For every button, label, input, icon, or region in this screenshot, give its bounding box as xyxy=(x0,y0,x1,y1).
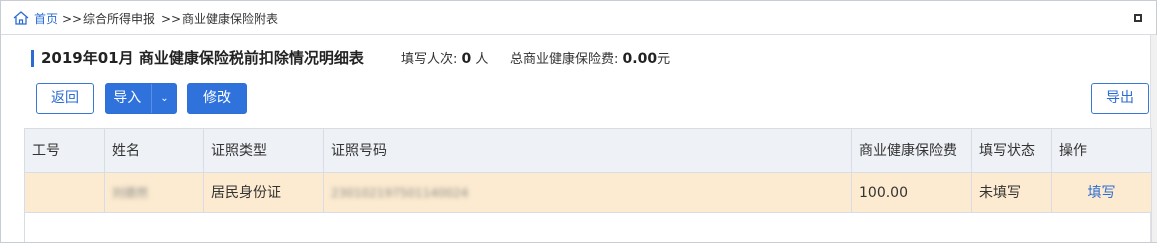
total-premium-label: 总商业健康保险费: xyxy=(510,52,619,67)
import-button[interactable]: 导入 ⌄ xyxy=(105,83,177,114)
column-header-status: 填写状态 xyxy=(972,129,1052,172)
table-header: 工号 姓名 证照类型 证照号码 商业健康保险费 填写状态 操作 xyxy=(25,129,1151,173)
total-premium: 总商业健康保险费: 0.00元 xyxy=(510,51,671,68)
column-header-action: 操作 xyxy=(1059,143,1087,159)
column-header-premium: 商业健康保险费 xyxy=(852,129,972,172)
cell-status: 未填写 xyxy=(972,173,1052,212)
export-button[interactable]: 导出 xyxy=(1091,83,1149,114)
cell-id-number-text: 230102197501140024 xyxy=(331,186,469,200)
total-premium-unit: 元 xyxy=(657,52,671,67)
cell-premium: 100.00 xyxy=(852,173,972,212)
column-header-id-type: 证照类型 xyxy=(204,129,324,172)
fill-count-value: 0 xyxy=(461,51,472,67)
title-accent-bar xyxy=(31,50,34,67)
back-button[interactable]: 返回 xyxy=(36,83,94,114)
table-row[interactable]: 刘德然 居民身份证 230102197501140024 100.00 未填写 … xyxy=(25,173,1151,213)
cell-id-number: 230102197501140024 xyxy=(324,173,852,212)
fill-count: 填写人次: 0 人 xyxy=(401,51,489,68)
home-icon[interactable] xyxy=(13,11,29,25)
edit-button[interactable]: 修改 xyxy=(187,83,247,114)
cell-name-text: 刘德然 xyxy=(112,186,149,200)
breadcrumb-item-current: 商业健康保险附表 xyxy=(182,12,279,26)
column-header-name: 姓名 xyxy=(105,129,204,172)
fill-count-unit: 人 xyxy=(475,52,489,67)
cell-action: 填写 xyxy=(1052,173,1151,212)
total-premium-value: 0.00 xyxy=(622,51,658,67)
breadcrumb: 首页 >> 综合所得申报 >> 商业健康保险附表 xyxy=(1,1,1156,35)
cell-employee-id xyxy=(25,173,105,212)
column-header-employee-id: 工号 xyxy=(25,129,105,172)
cell-name: 刘德然 xyxy=(105,173,204,212)
breadcrumb-separator: >> xyxy=(161,12,182,26)
column-header-id-number: 证照号码 xyxy=(324,129,852,172)
breadcrumb-home-link[interactable]: 首页 xyxy=(34,12,58,26)
cell-id-type: 居民身份证 xyxy=(204,173,324,212)
fill-count-label: 填写人次: xyxy=(401,52,458,67)
breadcrumb-item-general-income[interactable]: 综合所得申报 xyxy=(83,12,155,26)
breadcrumb-separator: >> xyxy=(62,12,83,26)
health-insurance-table: 工号 姓名 证照类型 证照号码 商业健康保险费 填写状态 操作 刘德然 居民身份… xyxy=(24,128,1152,242)
maximize-icon[interactable] xyxy=(1134,14,1142,22)
page-title: 2019年01月 商业健康保险税前扣除情况明细表 xyxy=(41,49,364,67)
chevron-down-icon[interactable]: ⌄ xyxy=(160,84,168,113)
fill-link[interactable]: 填写 xyxy=(1088,185,1116,201)
import-button-label: 导入 xyxy=(113,90,142,106)
